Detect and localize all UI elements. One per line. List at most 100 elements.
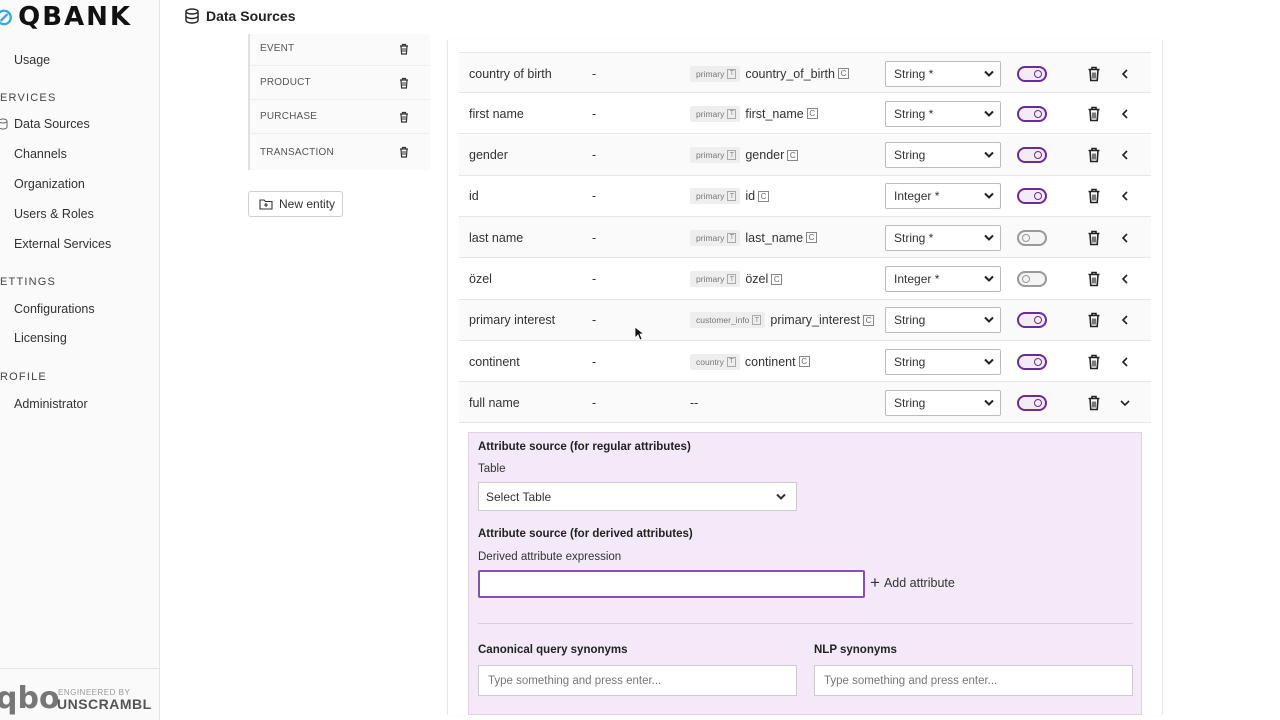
qbo-logo: qbo (0, 681, 60, 716)
canonical-synonyms-input[interactable]: Type something and press enter... (478, 665, 797, 696)
attribute-enabled-toggle[interactable] (1017, 394, 1047, 411)
table-chip: primary T (690, 271, 741, 287)
trash-icon[interactable] (1087, 271, 1101, 287)
attribute-description: - (592, 313, 597, 328)
trash-icon[interactable] (398, 43, 410, 55)
derived-source-heading: Attribute source (for derived attributes… (478, 528, 693, 540)
type-select-value: String (894, 354, 926, 369)
sidebar-item-channels[interactable]: Channels (0, 144, 67, 164)
trash-icon[interactable] (398, 77, 410, 89)
sidebar-item-configurations[interactable]: Configurations (0, 299, 95, 319)
type-select[interactable]: String (885, 348, 1001, 375)
entity-item-transaction[interactable]: TRANSACTION (250, 135, 430, 169)
entity-item-product[interactable]: PRODUCT (250, 66, 430, 100)
sidebar-item-users-roles[interactable]: Users & Roles (0, 204, 94, 224)
table-chip-label: primary (696, 68, 725, 79)
sidebar-item-licensing[interactable]: Licensing (0, 328, 67, 348)
attribute-enabled-toggle[interactable] (1017, 105, 1047, 122)
trash-icon[interactable] (1087, 188, 1101, 204)
chevron-left-icon[interactable] (1119, 273, 1131, 285)
sidebar-item-organization[interactable]: Organization (0, 174, 85, 194)
attribute-enabled-toggle[interactable] (1017, 312, 1047, 329)
sidebar-item-label: Administrator (14, 397, 88, 411)
type-select[interactable]: Integer * (885, 183, 1001, 210)
trash-icon[interactable] (398, 146, 410, 158)
chevron-down-icon (984, 193, 994, 200)
trash-icon[interactable] (1087, 106, 1101, 122)
sidebar-item-usage[interactable]: Usage (0, 50, 50, 70)
attribute-row[interactable]: first name - primary Tfirst_name C String * (459, 93, 1151, 135)
sidebar: ⊘ QBANK Usage ERVICES Data Sources Channe… (0, 0, 160, 720)
entity-item-purchase[interactable]: PURCHASE (250, 100, 430, 134)
attribute-row[interactable]: country of birth - primary Tcountry_of_birt… (459, 52, 1151, 93)
attribute-row[interactable]: özel - primary Tözel C Integer * (459, 259, 1151, 300)
type-select[interactable]: String (885, 142, 1001, 169)
attribute-enabled-toggle[interactable] (1017, 353, 1047, 370)
attribute-row[interactable]: continent - country Tcontinent C String (459, 341, 1151, 383)
attribute-description: - (592, 354, 597, 369)
column-name: country_of_birth (745, 66, 835, 81)
column-name: primary_interest (770, 313, 861, 328)
type-select[interactable]: String * (885, 224, 1001, 251)
type-select[interactable]: String * (885, 60, 1001, 87)
attribute-description: - (592, 230, 597, 245)
trash-icon[interactable] (1087, 230, 1101, 246)
attribute-enabled-toggle[interactable] (1017, 65, 1047, 82)
entity-label: EVENT (260, 43, 295, 54)
entity-item-event[interactable]: EVENT (250, 32, 430, 66)
column-name: özel (745, 272, 769, 286)
chevron-left-icon[interactable] (1119, 314, 1131, 326)
column-mark-icon: C (806, 232, 818, 244)
attribute-row[interactable]: primary interest - customer_info Tprimary_i… (459, 299, 1151, 341)
table-mark-icon: T (726, 356, 736, 367)
attribute-row[interactable]: full name - -- String (459, 382, 1151, 424)
table-select[interactable]: Select Table (478, 482, 797, 511)
trash-icon[interactable] (1087, 147, 1101, 163)
attribute-name: gender (469, 148, 508, 163)
chevron-down-icon[interactable] (1119, 397, 1131, 409)
trash-icon[interactable] (1087, 312, 1101, 328)
attribute-row[interactable]: gender - primary Tgender C String (459, 134, 1151, 176)
type-cell: Integer * (885, 259, 1001, 300)
attribute-row[interactable]: id - primary Tid C Integer * (459, 176, 1151, 217)
attribute-source: primary Tlast_name C (690, 217, 818, 258)
trash-icon[interactable] (1087, 66, 1101, 82)
sidebar-item-administrator[interactable]: Administrator (0, 394, 88, 414)
attribute-row[interactable]: last name - primary Tlast_name C String * (459, 217, 1151, 259)
attribute-enabled-toggle[interactable] (1017, 229, 1047, 246)
table-chip-label: primary (696, 274, 725, 284)
type-select[interactable]: String (885, 389, 1001, 416)
type-select[interactable]: Integer * (885, 266, 1001, 292)
sidebar-item-label: Channels (14, 147, 67, 161)
chevron-left-icon[interactable] (1119, 356, 1131, 368)
attribute-enabled-toggle[interactable] (1017, 147, 1047, 164)
chevron-down-icon (984, 317, 994, 324)
attribute-description: - (592, 272, 597, 286)
new-entity-button[interactable]: New entity (248, 191, 343, 217)
chevron-left-icon[interactable] (1119, 190, 1131, 202)
trash-icon[interactable] (398, 111, 410, 123)
brand-mark-icon: ⊘ (0, 3, 17, 31)
sidebar-item-label: Users & Roles (14, 207, 94, 221)
type-select[interactable]: String (885, 307, 1001, 334)
sidebar-item-data-sources[interactable]: Data Sources (0, 114, 90, 134)
add-attribute-button[interactable]: + Add attribute (870, 574, 955, 591)
delete-cell (1087, 176, 1101, 217)
sidebar-item-external-services[interactable]: External Services (0, 234, 111, 254)
type-select[interactable]: String * (885, 100, 1001, 127)
app-logo[interactable]: ⊘ QBANK (0, 2, 132, 32)
chevron-left-icon[interactable] (1119, 149, 1131, 161)
chevron-left-icon[interactable] (1119, 108, 1131, 120)
trash-icon[interactable] (1087, 354, 1101, 370)
chevron-left-icon[interactable] (1119, 68, 1131, 80)
expression-label: Derived attribute expression (478, 551, 622, 563)
nlp-synonyms-input[interactable]: Type something and press enter... (814, 665, 1133, 696)
trash-icon[interactable] (1087, 395, 1101, 411)
attribute-source: primary Tcountry_of_birth C (690, 53, 849, 94)
attribute-source-panel: Attribute source (for regular attributes… (468, 432, 1142, 715)
derived-expression-input[interactable] (478, 570, 865, 598)
type-select-value: String (894, 313, 926, 328)
attribute-enabled-toggle[interactable] (1017, 188, 1047, 205)
chevron-left-icon[interactable] (1119, 232, 1131, 244)
attribute-enabled-toggle[interactable] (1017, 271, 1047, 287)
